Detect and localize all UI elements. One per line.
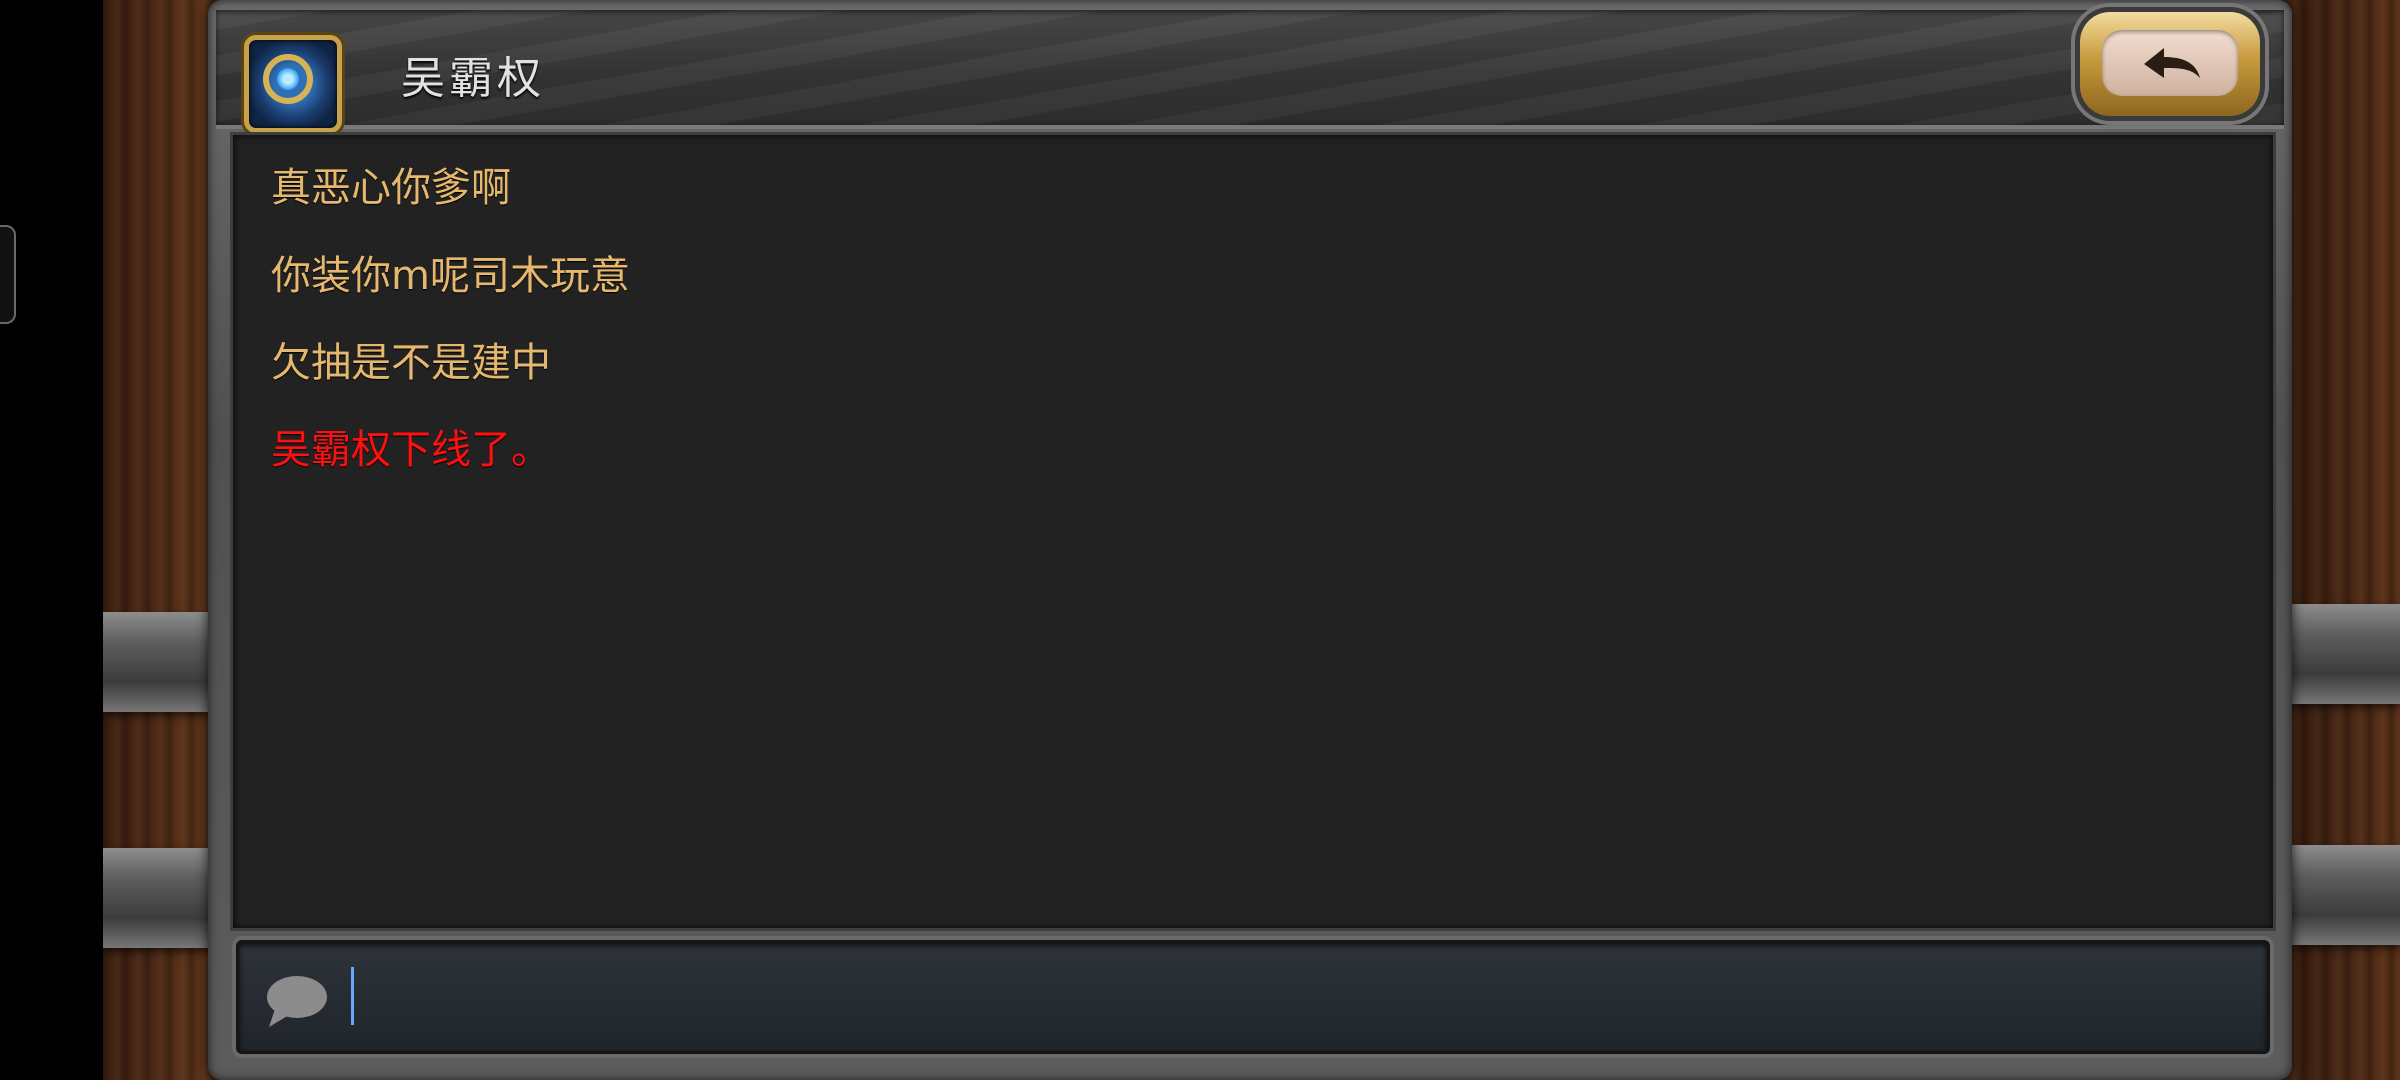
chat-message: 真恶心你爹啊 (271, 165, 511, 211)
text-cursor (351, 967, 354, 1025)
hearthstone-logo-icon (244, 35, 342, 133)
chat-partner-name: 吴霸权 (401, 53, 545, 104)
chat-message: 你装你m呢司木玩意 (271, 253, 630, 299)
system-message: 吴霸权下线了。 (271, 427, 551, 473)
left-system-bar (0, 0, 103, 1080)
left-rail-top (103, 612, 213, 712)
left-rail-bottom (103, 848, 213, 948)
back-button[interactable] (2080, 12, 2260, 116)
whisper-chat-panel: 吴霸权 真恶心你爹啊 你装你m呢司木玩意 欠抽是不是建中 吴霸权下线了。 (208, 0, 2292, 1080)
chat-message-area[interactable]: 真恶心你爹啊 你装你m呢司木玩意 欠抽是不是建中 吴霸权下线了。 (230, 132, 2276, 931)
chat-header: 吴霸权 (216, 10, 2284, 133)
chat-input-field[interactable] (359, 961, 2243, 1033)
right-rail-bottom (2290, 845, 2400, 945)
chat-input-bar[interactable] (236, 940, 2270, 1054)
side-drawer-handle[interactable] (0, 225, 16, 324)
chat-message: 欠抽是不是建中 (271, 340, 551, 386)
right-rail-top (2290, 604, 2400, 704)
back-arrow-icon (2144, 48, 2200, 78)
chat-bubble-icon (267, 976, 327, 1027)
